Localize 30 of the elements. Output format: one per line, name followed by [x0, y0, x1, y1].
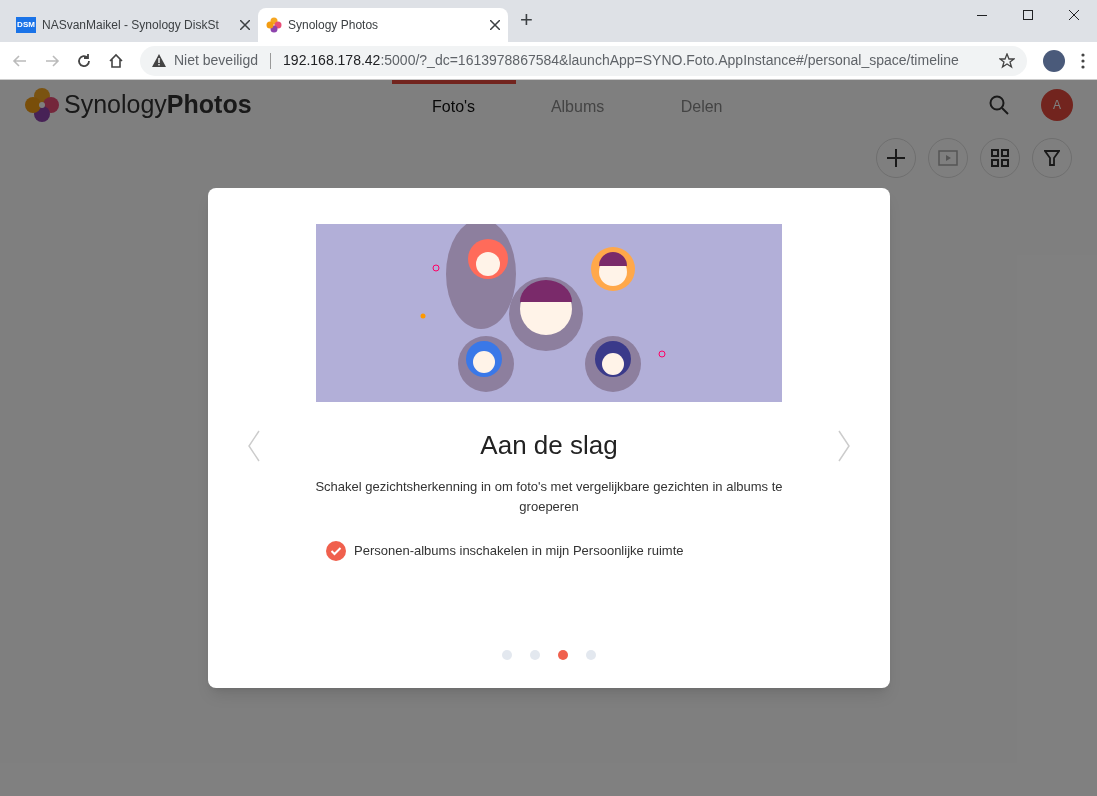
security-label: Niet beveiligd: [174, 51, 259, 70]
profile-avatar[interactable]: [1043, 49, 1065, 72]
app-logo-text: SynologyPhotos: [64, 89, 252, 121]
home-icon[interactable]: [108, 52, 124, 69]
url-text: 192.168.178.42:5000/?_dc=1613978867584&launchApp=SYNO.Foto.AppInstance#/personal_space/timeline: [283, 51, 960, 70]
reload-icon[interactable]: [76, 52, 92, 69]
nav-tab[interactable]: Foto's: [391, 80, 516, 130]
checkbox-label: Personen-albums inschakelen in mijn Persoonlijke ruimte: [354, 542, 684, 561]
grid-icon: [991, 149, 1009, 167]
close-icon[interactable]: [490, 20, 500, 30]
check-icon: [330, 545, 342, 557]
star-icon[interactable]: [999, 52, 1015, 69]
flower-icon: [266, 17, 282, 33]
address-bar[interactable]: Niet beveiligd 192.168.178.42:5000/?_dc=1613978867584&launchApp=SYNO.Foto.AppInstance#/personal_space/timeline: [140, 45, 1027, 76]
flower-logo-icon: [24, 87, 60, 123]
search-icon[interactable]: [989, 95, 1009, 115]
menu-icon[interactable]: [1081, 52, 1085, 69]
filter-icon: [1044, 150, 1060, 166]
new-tab-button[interactable]: +: [520, 3, 533, 36]
warning-icon: [152, 54, 166, 67]
tab-title: NASvanMaikel - Synology DiskSt: [42, 17, 220, 34]
dialog-title: Aan de slag: [480, 429, 618, 462]
tab-favicon: DSM: [16, 17, 36, 33]
checkbox[interactable]: [326, 541, 346, 561]
dialog-description: Schakel gezichtsherkenning in om foto's met vergelijkbare gezichten in albums te groeperen: [314, 478, 784, 516]
plus-icon: [886, 148, 906, 168]
tab-title: Synology Photos: [288, 17, 380, 34]
browser-tab[interactable]: Synology Photos: [258, 8, 508, 42]
play-icon: [938, 150, 958, 166]
close-icon[interactable]: [240, 20, 250, 30]
